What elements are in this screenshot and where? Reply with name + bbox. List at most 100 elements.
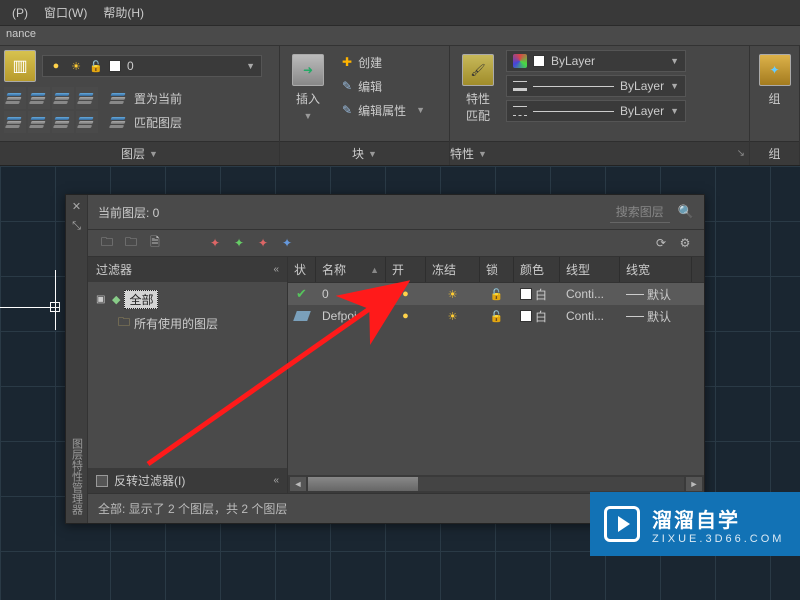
group-button[interactable]: ✦ 组	[751, 50, 799, 111]
new-layer-icon[interactable]: ✦	[206, 234, 224, 252]
cell-color[interactable]: 白	[514, 286, 560, 303]
search-icon[interactable]: 🔍	[678, 204, 694, 220]
grid-body[interactable]: ✔ 0 ● ☀ 🔓 白 Conti... 默认 Defpoi ● ☀	[288, 283, 704, 475]
palette-titlebar[interactable]: ✕ ⤡ 图层特性管理器	[66, 195, 88, 523]
tree-root-label: 全部	[124, 290, 158, 309]
ribbon-panel-group: ✦ 组 组	[750, 46, 800, 165]
delete-layer-icon[interactable]: ✦	[254, 234, 272, 252]
unlock-icon: 🔓	[89, 59, 103, 73]
collapse-icon[interactable]: «	[273, 264, 279, 275]
filter-header: 过滤器 «	[88, 257, 287, 282]
cell-ltype[interactable]: Conti...	[560, 287, 620, 301]
scroll-track[interactable]	[308, 477, 684, 491]
cell-name[interactable]: Defpoi	[316, 309, 386, 323]
sun-icon[interactable]: ☀	[446, 309, 460, 323]
col-ltype[interactable]: 线型	[560, 257, 620, 282]
col-status[interactable]: 状	[288, 257, 316, 282]
menu-help[interactable]: 帮助(H)	[95, 0, 152, 25]
linetype-dropdown[interactable]: ByLayer ▼	[506, 100, 686, 122]
menu-window[interactable]: 窗口(W)	[36, 0, 95, 25]
current-check-icon: ✔	[296, 286, 307, 302]
layer-tool-8[interactable]	[76, 111, 98, 133]
search-layer-input[interactable]: 搜索图层	[610, 201, 670, 223]
layer-dropdown[interactable]: ● ☀ 🔓 0 ▼	[42, 55, 262, 77]
tree-root[interactable]: ▣ ◆ 全部	[96, 288, 279, 311]
layer-status-icon	[293, 311, 311, 321]
col-name[interactable]: 名称▲	[316, 257, 386, 282]
settings-icon[interactable]: ⚙	[676, 234, 694, 252]
col-lw[interactable]: 线宽	[620, 257, 692, 282]
badge-subtitle: ZIXUE.3D66.COM	[652, 533, 784, 545]
invert-filter-row[interactable]: 反转过滤器(I) «	[88, 468, 287, 493]
col-freeze[interactable]: 冻结	[426, 257, 480, 282]
new-group-filter-icon[interactable]: 🗀	[122, 234, 140, 252]
close-icon[interactable]: ✕	[70, 199, 84, 213]
layer-states-icon[interactable]: 🗎	[146, 234, 164, 252]
horizontal-scrollbar[interactable]: ◄ ►	[288, 475, 704, 493]
layer-manager-palette: ✕ ⤡ 图层特性管理器 当前图层: 0 搜索图层 🔍 🗀 🗀 🗎 ✦ ✦ ✦ ✦…	[65, 194, 705, 524]
layer-tool-1[interactable]	[4, 87, 26, 109]
unlock-icon[interactable]: 🔓	[490, 287, 504, 301]
set-current-button[interactable]: 置为当前	[104, 86, 188, 110]
crosshair-v	[55, 270, 56, 330]
layer-tool-2[interactable]	[28, 87, 50, 109]
layer-row[interactable]: ✔ 0 ● ☀ 🔓 白 Conti... 默认	[288, 283, 704, 305]
lineweight-dropdown[interactable]: ByLayer ▼	[506, 75, 686, 97]
scroll-left-icon[interactable]: ◄	[290, 477, 306, 491]
invert-checkbox[interactable]	[96, 475, 108, 487]
cell-name[interactable]: 0	[316, 287, 386, 301]
set-current-icon	[110, 91, 128, 105]
layer-tool-3[interactable]	[52, 87, 74, 109]
current-layer-name: 0	[127, 59, 134, 73]
cell-ltype[interactable]: Conti...	[560, 309, 620, 323]
panel-title-props[interactable]: 特性▼↘	[450, 141, 749, 165]
sun-icon[interactable]: ☀	[446, 287, 460, 301]
new-filter-icon[interactable]: 🗀	[98, 234, 116, 252]
cell-color[interactable]: 白	[514, 308, 560, 325]
panel-title-group[interactable]: 组	[750, 141, 799, 165]
insert-button[interactable]: ➜ 插入 ▼	[284, 50, 332, 125]
layer-properties-icon[interactable]: ▥	[4, 50, 36, 82]
set-current-icon[interactable]: ✦	[278, 234, 296, 252]
layer-row[interactable]: Defpoi ● ☀ 🔓 白 Conti... 默认	[288, 305, 704, 327]
menubar: (P) 窗口(W) 帮助(H)	[0, 0, 800, 26]
refresh-icon[interactable]: ⟳	[652, 234, 670, 252]
col-color[interactable]: 颜色	[514, 257, 560, 282]
layer-grid: 状 名称▲ 开 冻结 锁 颜色 线型 线宽 ✔ 0 ● ☀ 🔓	[288, 257, 704, 493]
ribbon: ▥ ● ☀ 🔓 0 ▼	[0, 46, 800, 166]
scroll-thumb[interactable]	[308, 477, 418, 491]
dialog-launcher-icon[interactable]: ↘	[737, 148, 749, 159]
edit-attrs-button[interactable]: ✎编辑属性▼	[336, 98, 431, 122]
layer-tool-7[interactable]	[52, 111, 74, 133]
palette-toolbar: 🗀 🗀 🗎 ✦ ✦ ✦ ✦ ⟳ ⚙	[88, 229, 704, 257]
color-dropdown[interactable]: ByLayer ▼	[506, 50, 686, 72]
match-layer-button[interactable]: 匹配图层	[104, 110, 188, 134]
col-lock[interactable]: 锁	[480, 257, 514, 282]
collapse-icon[interactable]: «	[273, 475, 279, 486]
tree-collapse-icon[interactable]: ▣	[96, 294, 108, 305]
tree-child-used[interactable]: 🗀 所有使用的图层	[96, 311, 279, 336]
cell-lw[interactable]: 默认	[620, 308, 692, 325]
ribbon-panel-block: ➜ 插入 ▼ ✚创建 ✎编辑 ✎编辑属性▼ 块▼	[280, 46, 450, 165]
linetype-icon	[513, 106, 527, 116]
bulb-on-icon[interactable]: ●	[399, 309, 413, 323]
col-on[interactable]: 开	[386, 257, 426, 282]
match-props-button[interactable]: 🖌 特性 匹配	[454, 50, 502, 128]
edit-block-button[interactable]: ✎编辑	[336, 74, 431, 98]
current-layer-label: 当前图层: 0	[98, 204, 159, 221]
chevron-down-icon: ▼	[246, 61, 255, 71]
menu-p[interactable]: (P)	[4, 2, 36, 24]
scroll-right-icon[interactable]: ►	[686, 477, 702, 491]
unlock-icon[interactable]: 🔓	[490, 309, 504, 323]
cell-lw[interactable]: 默认	[620, 286, 692, 303]
filter-tree[interactable]: ▣ ◆ 全部 🗀 所有使用的图层	[88, 282, 287, 468]
layer-tool-4[interactable]	[76, 87, 98, 109]
layer-tool-5[interactable]	[4, 111, 26, 133]
new-layer-frozen-icon[interactable]: ✦	[230, 234, 248, 252]
panel-title-block[interactable]: 块▼	[280, 141, 449, 165]
pin-icon[interactable]: ⤡	[70, 219, 84, 233]
create-block-button[interactable]: ✚创建	[336, 50, 431, 74]
layer-tool-6[interactable]	[28, 111, 50, 133]
panel-title-layer[interactable]: 图层▼	[0, 141, 279, 165]
bulb-on-icon[interactable]: ●	[399, 287, 413, 301]
